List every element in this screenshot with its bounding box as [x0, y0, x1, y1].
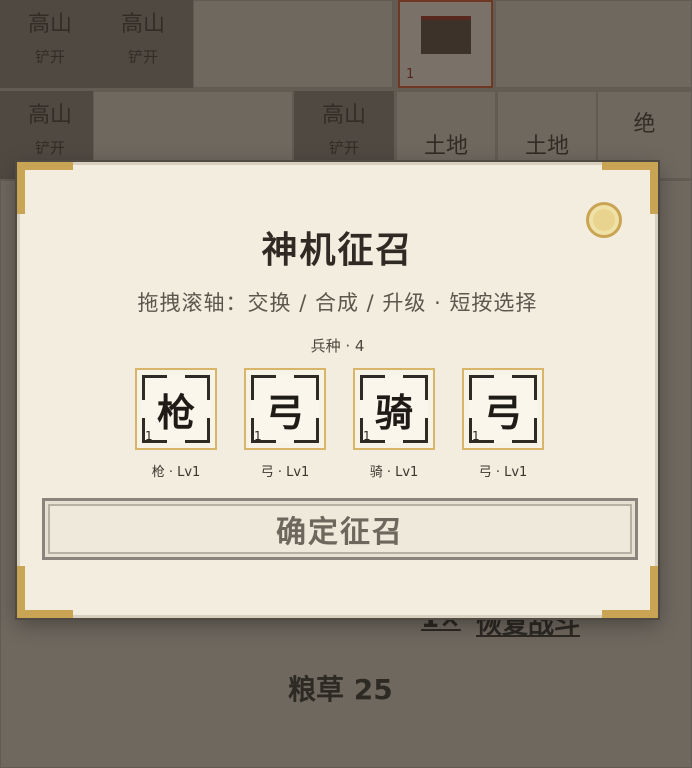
unit-card-spear[interactable]: 枪 1 — [135, 368, 217, 450]
corner-ornament — [17, 610, 73, 618]
corner-ornament — [650, 566, 658, 618]
corner-ornament — [17, 566, 25, 618]
unit-glyph: 枪 — [156, 390, 195, 435]
unit-label: 弓 · Lv1 — [478, 465, 528, 480]
summon-dialog: 神机征召 拖拽滚轴：交换 / 合成 / 升级 · 短按选择 兵种 · 4 枪 1… — [17, 162, 658, 618]
dialog-title: 神机征召 — [261, 230, 414, 271]
unit-glyph: 弓 — [265, 390, 304, 435]
unit-label: 枪 · Lv1 — [151, 465, 201, 480]
unit-glyph: 弓 — [483, 390, 522, 435]
dialog-hint: 拖拽滚轴：交换 / 合成 / 升级 · 短按选择 — [137, 291, 538, 315]
unit-card-bow[interactable]: 弓 1 — [462, 368, 544, 450]
unit-level: 1 — [145, 429, 153, 443]
unit-card-cavalry[interactable]: 骑 1 — [353, 368, 435, 450]
unit-label: 弓 · Lv1 — [260, 465, 310, 480]
corner-ornament — [650, 162, 658, 214]
unit-glyph: 骑 — [374, 390, 413, 435]
unit-count: 兵种 · 4 — [310, 337, 365, 355]
corner-ornament — [17, 162, 73, 170]
unit-level: 1 — [254, 429, 262, 443]
food-counter: 粮草 25 — [288, 673, 393, 706]
corner-ornament — [17, 162, 25, 214]
unit-level: 1 — [363, 429, 371, 443]
unit-card-bow[interactable]: 弓 1 — [244, 368, 326, 450]
unit-level: 1 — [472, 429, 480, 443]
unit-label: 骑 · Lv1 — [369, 465, 419, 480]
confirm-summon-button[interactable]: 确定征召 — [42, 498, 638, 560]
